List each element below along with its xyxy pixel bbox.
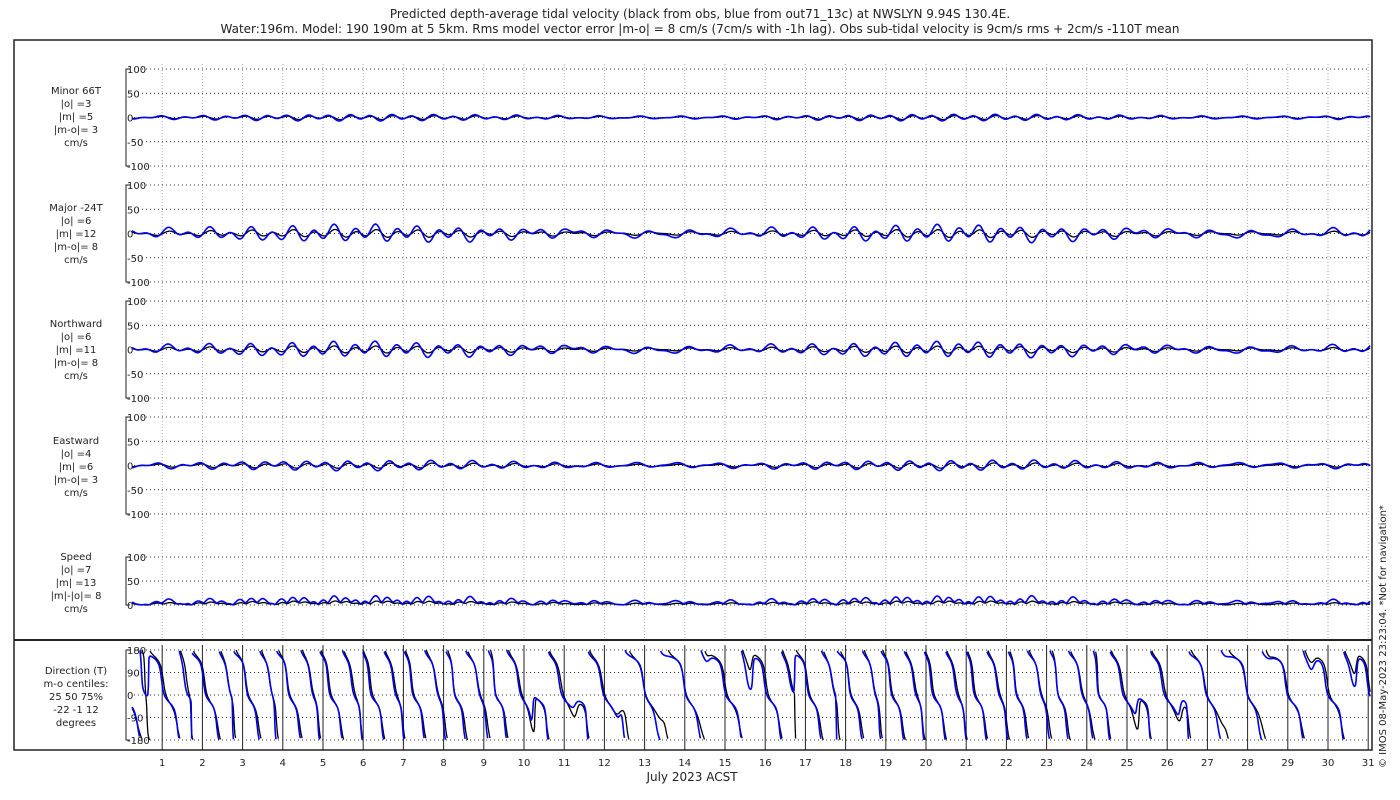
x-tick-label: 27 <box>1201 758 1214 769</box>
series-model-speed <box>131 594 1371 606</box>
panel-label-line: Eastward <box>53 436 99 447</box>
x-tick-label: 24 <box>1080 758 1093 769</box>
x-tick-label: 12 <box>598 758 611 769</box>
x-tick-label: 17 <box>799 758 812 769</box>
x-tick-label: 23 <box>1040 758 1053 769</box>
panel-label-line: cm/s <box>64 138 88 149</box>
x-tick-label: 6 <box>360 758 366 769</box>
panel-label-line: Speed <box>60 552 91 563</box>
plot-frame <box>13 39 1373 751</box>
panel-label-line: cm/s <box>64 604 88 615</box>
y-tick-label: 50 <box>127 205 140 216</box>
panel-label-line: |o| =6 <box>61 216 92 227</box>
chart-title-line1: Predicted depth-average tidal velocity (… <box>390 7 1010 21</box>
tidal-velocity-chart: Predicted depth-average tidal velocity (… <box>13 7 1389 784</box>
x-tick-label: 7 <box>400 758 406 769</box>
x-axis-label: July 2023 ACST <box>645 770 738 784</box>
y-tick-label: 50 <box>127 321 140 332</box>
y-tick-label: 100 <box>127 553 146 564</box>
panel-label-line: |o| =6 <box>61 332 92 343</box>
x-tick-label: 13 <box>638 758 651 769</box>
panel-label-line: Direction (T) <box>45 666 107 677</box>
panel-east: 100500-50-100Eastward|o| =4|m| =6|m-o|= … <box>53 413 1371 521</box>
panel-label-line: |o| =3 <box>61 99 92 110</box>
panel-label-line: |m-o|= 3 <box>54 125 98 136</box>
x-tick-label: 2 <box>199 758 205 769</box>
panel-label-line: |m| =13 <box>56 578 97 589</box>
panel-speed: 100500Speed|o| =7|m| =13|m|-|o|= 8cm/s <box>51 552 1371 615</box>
x-tick-label: 31 <box>1362 758 1375 769</box>
series-model-major <box>131 223 1371 244</box>
panel-label-line: cm/s <box>64 255 88 266</box>
chart-title-line2: Water:196m. Model: 190 190m at 5 5km. Rm… <box>221 22 1180 36</box>
panel-label-line: |o| =7 <box>61 565 92 576</box>
panel-label-line: |m| =5 <box>59 112 93 123</box>
series-model-east <box>131 459 1371 472</box>
panel-label-line: |m-o|= 8 <box>54 242 98 253</box>
panel-label-line: Northward <box>50 319 103 330</box>
panel-label-line: |m-o|= 8 <box>54 358 98 369</box>
x-tick-label: 16 <box>759 758 772 769</box>
x-tick-label: 4 <box>280 758 286 769</box>
x-tick-label: 25 <box>1121 758 1134 769</box>
x-tick-label: 1 <box>159 758 165 769</box>
x-tick-label: 8 <box>440 758 446 769</box>
series-model-north <box>131 340 1371 359</box>
y-tick-label: 100 <box>127 65 146 76</box>
x-tick-label: 5 <box>320 758 326 769</box>
x-tick-label: 18 <box>839 758 852 769</box>
y-tick-label: 100 <box>127 181 146 192</box>
panel-label-line: |o| =4 <box>61 449 92 460</box>
x-tick-label: 9 <box>481 758 487 769</box>
x-tick-label: 26 <box>1161 758 1174 769</box>
panel-label-line: |m| =6 <box>59 462 93 473</box>
y-tick-label: 0 <box>127 691 133 702</box>
panel-major: 100500-50-100Major -24T|o| =6|m| =12|m-o… <box>49 181 1371 289</box>
panel-label-line: -22 -1 12 <box>53 705 98 716</box>
x-tick-label: 11 <box>558 758 571 769</box>
y-tick-label: -100 <box>127 394 150 405</box>
y-tick-label: -50 <box>127 370 143 381</box>
y-tick-label: -50 <box>127 486 143 497</box>
y-tick-label: 50 <box>127 437 140 448</box>
panel-label-line: |m| =11 <box>56 345 97 356</box>
y-tick-label: 90 <box>127 669 140 680</box>
panel-label-line: |m-o|= 3 <box>54 475 98 486</box>
panel-label-line: Major -24T <box>49 203 103 214</box>
panel-label-line: Minor 66T <box>51 86 102 97</box>
y-tick-label: -100 <box>127 278 150 289</box>
x-tick-label: 3 <box>239 758 245 769</box>
panel-north: 100500-50-100Northward|o| =6|m| =11|m-o|… <box>50 297 1371 405</box>
y-tick-label: -180 <box>127 736 150 747</box>
x-tick-label: 19 <box>879 758 892 769</box>
panel-label-line: cm/s <box>64 371 88 382</box>
y-tick-label: 50 <box>127 577 140 588</box>
y-tick-label: -50 <box>127 254 143 265</box>
panel-minor: 100500-50-100Minor 66T|o| =3|m| =5|m-o|=… <box>51 65 1371 173</box>
x-tick-label: 29 <box>1281 758 1294 769</box>
x-tick-label: 15 <box>719 758 732 769</box>
panel-label-line: m-o centiles: <box>43 679 108 690</box>
x-tick-label: 28 <box>1241 758 1254 769</box>
credit-text: © IMOS 08-May-2023 23:23:04. *Not for na… <box>1378 505 1389 768</box>
panel-label-line: cm/s <box>64 488 88 499</box>
y-tick-label: 100 <box>127 413 146 424</box>
panel-label-line: |m|-|o|= 8 <box>51 591 102 602</box>
y-tick-label: -100 <box>127 510 150 521</box>
y-tick-label: 100 <box>127 297 146 308</box>
panel-label-line: 25 50 75% <box>49 692 103 703</box>
x-tick-label: 10 <box>518 758 531 769</box>
y-tick-label: -100 <box>127 162 150 173</box>
panel-label-line: |m| =12 <box>56 229 97 240</box>
x-tick-label: 30 <box>1322 758 1335 769</box>
x-tick-label: 21 <box>960 758 973 769</box>
x-tick-label: 14 <box>678 758 691 769</box>
panel-label-line: degrees <box>56 718 96 729</box>
x-tick-label: 20 <box>920 758 933 769</box>
y-tick-label: 50 <box>127 89 140 100</box>
x-tick-label: 22 <box>1000 758 1013 769</box>
y-tick-label: -50 <box>127 138 143 149</box>
